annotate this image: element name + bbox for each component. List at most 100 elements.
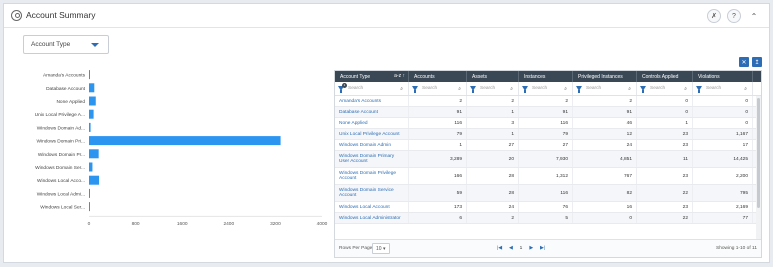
search-icon[interactable]: ⌕ — [744, 86, 747, 92]
account-type-link[interactable]: Windows Domain Service Account — [335, 185, 409, 201]
first-page-icon[interactable]: |◀ — [497, 246, 502, 251]
column-search-input[interactable]: Search — [650, 86, 684, 91]
account-type-link[interactable]: Windows Local Account — [335, 202, 409, 212]
search-icon[interactable]: ⌕ — [564, 86, 567, 92]
table-cell: 2 — [573, 96, 637, 106]
export-icon[interactable]: ↥ — [752, 57, 762, 67]
column-filter-2[interactable]: Search ⌕ — [467, 82, 519, 95]
bar[interactable] — [89, 188, 90, 198]
bar[interactable] — [89, 96, 96, 106]
table-cell: 82 — [573, 185, 637, 201]
table-row[interactable]: None Applied 116 3 116 46 1 0 — [335, 118, 761, 129]
col-header-instances[interactable]: Instances — [519, 71, 573, 82]
table-row[interactable]: Database Account 91 1 91 91 0 0 — [335, 107, 761, 118]
account-type-link[interactable]: Windows Local Administrator — [335, 213, 409, 223]
table-cell: 3 — [467, 118, 519, 128]
table-cell: 79 — [519, 129, 573, 139]
bar[interactable] — [89, 175, 100, 185]
column-filter-4[interactable]: Search ⌕ — [573, 82, 637, 95]
account-type-link[interactable]: Windows Domain Privilege Account — [335, 168, 409, 184]
table-cell: 77 — [693, 213, 753, 223]
category-label: Windows Local Admi... — [37, 191, 85, 197]
category-label: Windows Local Acco... — [37, 178, 85, 184]
column-filter-5[interactable]: Search ⌕ — [637, 82, 693, 95]
table-cell: 7,930 — [519, 151, 573, 167]
column-filter-3[interactable]: Search ⌕ — [519, 82, 573, 95]
category-label: Windows Domain Ser... — [35, 165, 85, 171]
col-header-assets[interactable]: Assets — [467, 71, 519, 82]
col-header-privileged-instances[interactable]: Privileged Instances — [573, 71, 637, 82]
column-filter-1[interactable]: Search ⌕ — [409, 82, 467, 95]
column-search-input[interactable]: Search — [422, 86, 458, 91]
last-page-icon[interactable]: ▶| — [540, 246, 545, 251]
table-row[interactable]: Windows Domain Primary User Account 3,289… — [335, 151, 761, 168]
rows-per-page-select[interactable]: 10 ▾ — [372, 243, 390, 254]
table-cell: 0 — [637, 96, 693, 106]
column-filter-6[interactable]: Search ⌕ — [693, 82, 753, 95]
table-body: Amanda's Accounts 2 2 2 2 0 0 Database Account 9… — [335, 96, 761, 239]
bar[interactable] — [89, 122, 91, 132]
table-row[interactable]: Windows Domain Privilege Account 166 28 1,3… — [335, 168, 761, 185]
filter-icon[interactable] — [470, 86, 476, 93]
account-type-link[interactable]: Database Account — [335, 107, 409, 117]
table-row[interactable]: Windows Domain Service Account 59 28 116 82 2… — [335, 185, 761, 202]
table-cell: 28 — [467, 185, 519, 201]
bar[interactable] — [89, 202, 90, 212]
column-search-input[interactable]: Search — [348, 86, 400, 91]
pin-icon[interactable]: ✗ — [707, 9, 721, 23]
bar[interactable] — [89, 83, 95, 93]
table-cell: 16 — [573, 202, 637, 212]
table-footer: Rows Per Page: 10 ▾ |◀ ◀ 1 ▶ ▶| Showing … — [335, 239, 761, 257]
filter-icon[interactable] — [576, 86, 582, 93]
bar[interactable] — [89, 109, 94, 119]
clear-filter-icon[interactable]: ✕ — [739, 57, 749, 67]
col-header-account-type[interactable]: Account Type a-z ↑ — [335, 71, 409, 82]
account-type-link[interactable]: Windows Domain Primary User Account — [335, 151, 409, 167]
col-header-accounts[interactable]: Accounts — [409, 71, 467, 82]
account-type-link[interactable]: None Applied — [335, 118, 409, 128]
filter-icon[interactable] — [412, 86, 418, 93]
bar[interactable] — [89, 149, 99, 159]
column-search-input[interactable]: Search — [706, 86, 744, 91]
account-type-chart: Amanda's Accounts Database Account None Ap… — [10, 64, 328, 262]
filter-icon[interactable] — [522, 86, 528, 93]
column-search-input[interactable]: Search — [480, 86, 510, 91]
category-label: Windows Local Ser... — [40, 205, 85, 211]
filter-icon[interactable] — [696, 86, 702, 93]
table-row[interactable]: Windows Local Account 173 24 76 16 23 2,169 — [335, 202, 761, 213]
table-cell: 173 — [409, 202, 467, 212]
prev-page-icon[interactable]: ◀ — [509, 246, 513, 251]
table-cell: 1,312 — [519, 168, 573, 184]
table-row[interactable]: Amanda's Accounts 2 2 2 2 0 0 — [335, 96, 761, 107]
column-filter-0[interactable]: 1 Search ⌕ — [335, 82, 409, 95]
search-icon[interactable]: ⌕ — [510, 86, 513, 92]
search-icon[interactable]: ⌕ — [400, 86, 403, 92]
table-row[interactable]: Unix Local Privilege Account 79 1 79 12 23 1,1… — [335, 129, 761, 140]
col-header-violations[interactable]: Violations — [693, 71, 753, 82]
scrollbar-thumb[interactable] — [757, 98, 760, 208]
account-icon — [11, 10, 22, 21]
help-button[interactable]: ? — [727, 9, 741, 23]
account-type-link[interactable]: Unix Local Privilege Account — [335, 129, 409, 139]
column-search-input[interactable]: Search — [532, 86, 564, 91]
search-icon[interactable]: ⌕ — [684, 86, 687, 92]
group-by-dropdown[interactable]: Account Type — [23, 35, 109, 54]
table-scrollbar[interactable] — [756, 96, 761, 239]
next-page-icon[interactable]: ▶ — [529, 246, 533, 251]
group-by-dropdown-value: Account Type — [31, 41, 71, 48]
bar[interactable] — [89, 162, 93, 172]
search-icon[interactable]: ⌕ — [458, 86, 461, 92]
collapse-chevron-icon[interactable]: ⌃ — [747, 9, 761, 23]
account-type-link[interactable]: Windows Domain Admin — [335, 140, 409, 150]
filter-icon[interactable] — [640, 86, 646, 93]
table-row[interactable]: Windows Local Administrator 6 2 5 0 22 77 — [335, 213, 761, 224]
account-type-link[interactable]: Amanda's Accounts — [335, 96, 409, 106]
column-search-input[interactable]: Search — [586, 86, 628, 91]
bar[interactable] — [89, 136, 281, 146]
sort-az-icon[interactable]: a-z ↑ — [394, 73, 405, 79]
bar[interactable] — [89, 70, 90, 80]
search-icon[interactable]: ⌕ — [628, 86, 631, 92]
table-row[interactable]: Windows Domain Admin 1 27 27 24 23 17 — [335, 140, 761, 151]
col-header-controls-applied[interactable]: Controls Applied — [637, 71, 693, 82]
bar-chart-svg: Amanda's Accounts Database Account None Ap… — [35, 70, 328, 227]
